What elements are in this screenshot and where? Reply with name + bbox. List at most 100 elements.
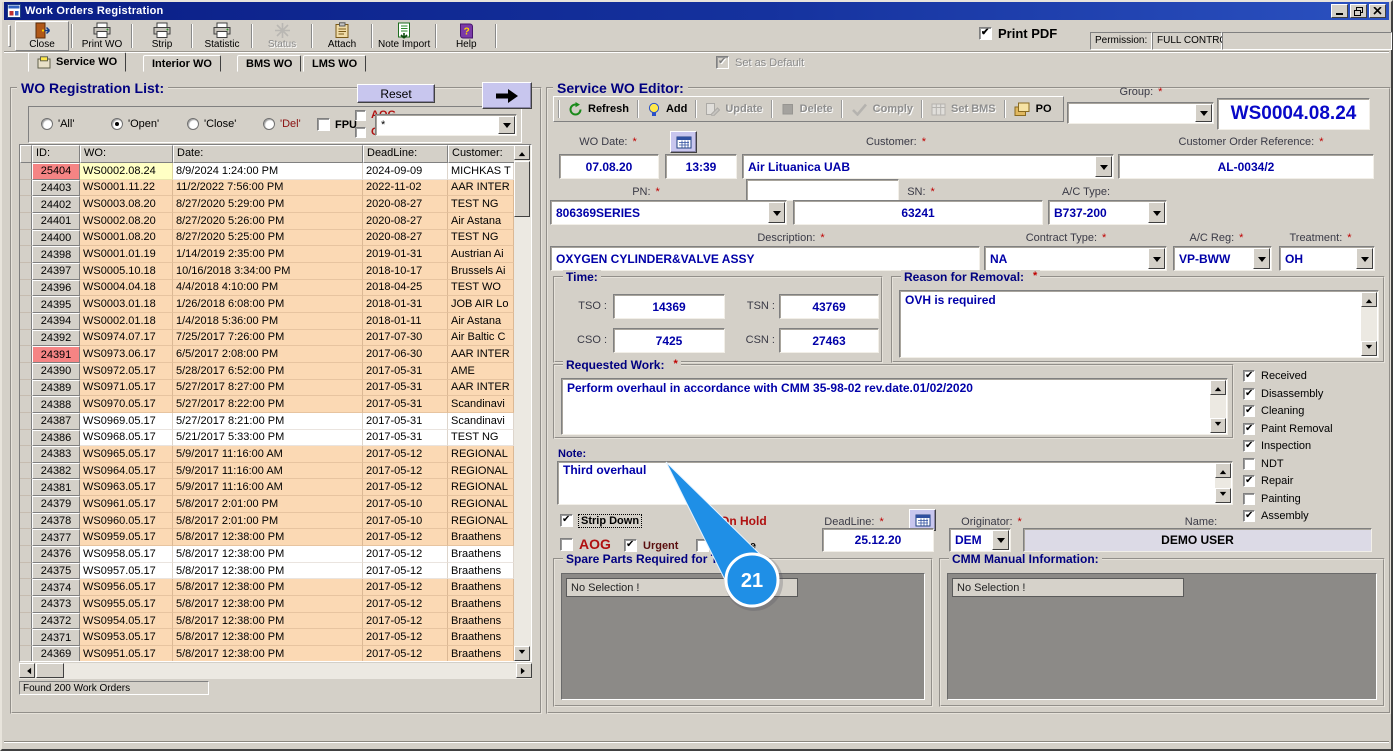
treatment-dropdown-button[interactable] bbox=[1356, 248, 1373, 269]
on-hold-option[interactable]: On Hold bbox=[701, 514, 767, 528]
cell-customer[interactable]: Braathens bbox=[448, 612, 514, 630]
cell-wo[interactable]: WS0002.08.20 bbox=[80, 212, 173, 230]
table-row[interactable]: 24381 WS0963.05.17 5/9/2017 11:16:00 AM 201… bbox=[20, 479, 514, 497]
radio--all-[interactable]: 'All' bbox=[41, 118, 74, 130]
ac-type-combo[interactable]: B737-200 bbox=[1048, 200, 1167, 225]
scroll-down-button[interactable] bbox=[514, 646, 530, 661]
scroll-thumb[interactable] bbox=[514, 161, 530, 217]
scroll-up-button[interactable] bbox=[1215, 463, 1231, 478]
cell-wo[interactable]: WS0974.07.17 bbox=[80, 329, 173, 347]
ac-reg-dropdown-button[interactable] bbox=[1253, 248, 1270, 269]
cell-customer[interactable]: Air Astana bbox=[448, 312, 514, 330]
cell-customer[interactable]: Braathens bbox=[448, 629, 514, 647]
tab-lms-wo[interactable]: LMS WO bbox=[303, 55, 367, 72]
cell-deadline[interactable]: 2017-05-31 bbox=[363, 412, 448, 430]
cell-date[interactable]: 5/8/2017 12:38:00 PM bbox=[173, 546, 363, 563]
cell-date[interactable]: 7/25/2017 7:26:00 PM bbox=[173, 329, 363, 347]
cell-id[interactable]: 24381 bbox=[32, 479, 80, 497]
cell-id[interactable]: 24378 bbox=[32, 512, 80, 530]
editor-toolbar-set-bms[interactable]: Set BMS bbox=[924, 99, 1003, 119]
minimize-button[interactable] bbox=[1331, 4, 1348, 18]
stage-option-repair[interactable]: Repair bbox=[1243, 473, 1293, 489]
cell-wo[interactable]: WS0964.05.17 bbox=[80, 462, 173, 480]
cell-wo[interactable]: WS0958.05.17 bbox=[80, 546, 173, 563]
cell-customer[interactable]: AAR INTER bbox=[448, 379, 514, 397]
cell-id[interactable]: 24392 bbox=[32, 329, 80, 347]
cell-customer[interactable]: REGIONAL bbox=[448, 496, 514, 513]
pn-combo[interactable]: 806369SERIES bbox=[550, 200, 787, 225]
hscroll-thumb[interactable] bbox=[36, 663, 64, 678]
cell-wo[interactable]: WS0003.08.20 bbox=[80, 196, 173, 213]
cell-deadline[interactable]: 2018-04-25 bbox=[363, 279, 448, 297]
cell-deadline[interactable]: 2017-05-12 bbox=[363, 612, 448, 630]
fpu-checkbox[interactable] bbox=[317, 118, 330, 131]
scroll-right-button[interactable] bbox=[516, 663, 532, 678]
cell-wo[interactable]: WS0951.05.17 bbox=[80, 646, 173, 661]
cell-date[interactable]: 5/8/2017 12:38:00 PM bbox=[173, 596, 363, 613]
table-row[interactable]: 24375 WS0957.05.17 5/8/2017 12:38:00 PM 201… bbox=[20, 562, 514, 580]
radio-button[interactable] bbox=[111, 118, 123, 130]
stage-checkbox[interactable] bbox=[1243, 492, 1255, 505]
stage-checkbox[interactable] bbox=[1243, 457, 1255, 470]
table-row[interactable]: 24377 WS0959.05.17 5/8/2017 12:38:00 PM 201… bbox=[20, 529, 514, 547]
cell-wo[interactable]: WS0955.05.17 bbox=[80, 596, 173, 613]
note-textarea[interactable]: Third overhaul bbox=[557, 461, 1233, 505]
customer-combo[interactable]: Air Lituanica UAB bbox=[742, 154, 1114, 179]
urgent-option[interactable]: Urgent bbox=[624, 539, 678, 552]
stage-checkbox[interactable] bbox=[1243, 475, 1255, 487]
cell-customer[interactable]: Braathens bbox=[448, 546, 514, 563]
stage-option-paint-removal[interactable]: Paint Removal bbox=[1243, 421, 1333, 437]
requested-work-textarea[interactable]: Perform overhaul in accordance with CMM … bbox=[561, 378, 1228, 435]
cell-date[interactable]: 5/8/2017 12:38:00 PM bbox=[173, 629, 363, 647]
cell-id[interactable]: 24403 bbox=[32, 179, 80, 197]
cell-deadline[interactable]: 2017-05-12 bbox=[363, 446, 448, 463]
group-dropdown-button[interactable] bbox=[1195, 104, 1212, 122]
cell-date[interactable]: 5/8/2017 12:38:00 PM bbox=[173, 529, 363, 547]
wo-time-field[interactable]: 13:39 bbox=[665, 154, 737, 179]
cell-date[interactable]: 1/14/2019 2:35:00 PM bbox=[173, 246, 363, 263]
scroll-up-button[interactable] bbox=[1361, 292, 1377, 307]
cell-id[interactable]: 24388 bbox=[32, 396, 80, 413]
on-hold-filter-checkbox[interactable] bbox=[355, 126, 366, 138]
cell-deadline[interactable]: 2017-05-10 bbox=[363, 512, 448, 530]
cell-customer[interactable]: Brussels Ai bbox=[448, 262, 514, 280]
cell-deadline[interactable]: 2017-05-31 bbox=[363, 429, 448, 447]
cell-wo[interactable]: WS0004.04.18 bbox=[80, 279, 173, 297]
table-row[interactable]: 24401 WS0002.08.20 8/27/2020 5:26:00 PM 202… bbox=[20, 212, 514, 230]
cell-customer[interactable]: Braathens bbox=[448, 579, 514, 597]
tab-service-wo[interactable]: Service WO bbox=[28, 52, 127, 72]
aog-checkbox[interactable] bbox=[560, 537, 573, 551]
next-wo-arrow-button[interactable] bbox=[482, 82, 532, 109]
cell-id[interactable]: 24375 bbox=[32, 562, 80, 580]
cell-wo[interactable]: WS0961.05.17 bbox=[80, 496, 173, 513]
cell-id[interactable]: 24383 bbox=[32, 446, 80, 463]
cell-id[interactable]: 24401 bbox=[32, 212, 80, 230]
cell-customer[interactable]: TEST NG bbox=[448, 229, 514, 247]
cell-wo[interactable]: WS0953.05.17 bbox=[80, 629, 173, 647]
close-window-button[interactable] bbox=[1369, 4, 1386, 18]
stage-option-disassembly[interactable]: Disassembly bbox=[1243, 386, 1323, 402]
cell-deadline[interactable]: 2017-05-31 bbox=[363, 396, 448, 413]
contract-type-combo[interactable]: NA bbox=[984, 246, 1167, 271]
cell-wo[interactable]: WS0002.01.18 bbox=[80, 312, 173, 330]
cell-customer[interactable]: Austrian Ai bbox=[448, 246, 514, 263]
note-scrollbar[interactable] bbox=[1215, 463, 1231, 503]
cell-id[interactable]: 24386 bbox=[32, 429, 80, 447]
cell-id[interactable]: 24394 bbox=[32, 312, 80, 330]
cell-deadline[interactable]: 2017-05-12 bbox=[363, 629, 448, 647]
routine-checkbox[interactable] bbox=[696, 539, 709, 552]
cell-wo[interactable]: WS0954.05.17 bbox=[80, 612, 173, 630]
cell-wo[interactable]: WS0003.01.18 bbox=[80, 296, 173, 313]
cell-id[interactable]: 24372 bbox=[32, 612, 80, 630]
restore-button[interactable] bbox=[1350, 4, 1367, 18]
table-row[interactable]: 24383 WS0965.05.17 5/9/2017 11:16:00 AM 201… bbox=[20, 446, 514, 463]
cell-customer[interactable]: Braathens bbox=[448, 646, 514, 661]
cell-date[interactable]: 8/27/2020 5:25:00 PM bbox=[173, 229, 363, 247]
combo-dropdown-button[interactable] bbox=[498, 116, 515, 134]
cell-wo[interactable]: WS0960.05.17 bbox=[80, 512, 173, 530]
cell-date[interactable]: 5/8/2017 12:38:00 PM bbox=[173, 646, 363, 661]
cell-id[interactable]: 24382 bbox=[32, 462, 80, 480]
stage-option-cleaning[interactable]: Cleaning bbox=[1243, 403, 1304, 419]
reason-textarea[interactable]: OVH is required bbox=[899, 290, 1379, 358]
cell-wo[interactable]: WS0971.05.17 bbox=[80, 379, 173, 397]
